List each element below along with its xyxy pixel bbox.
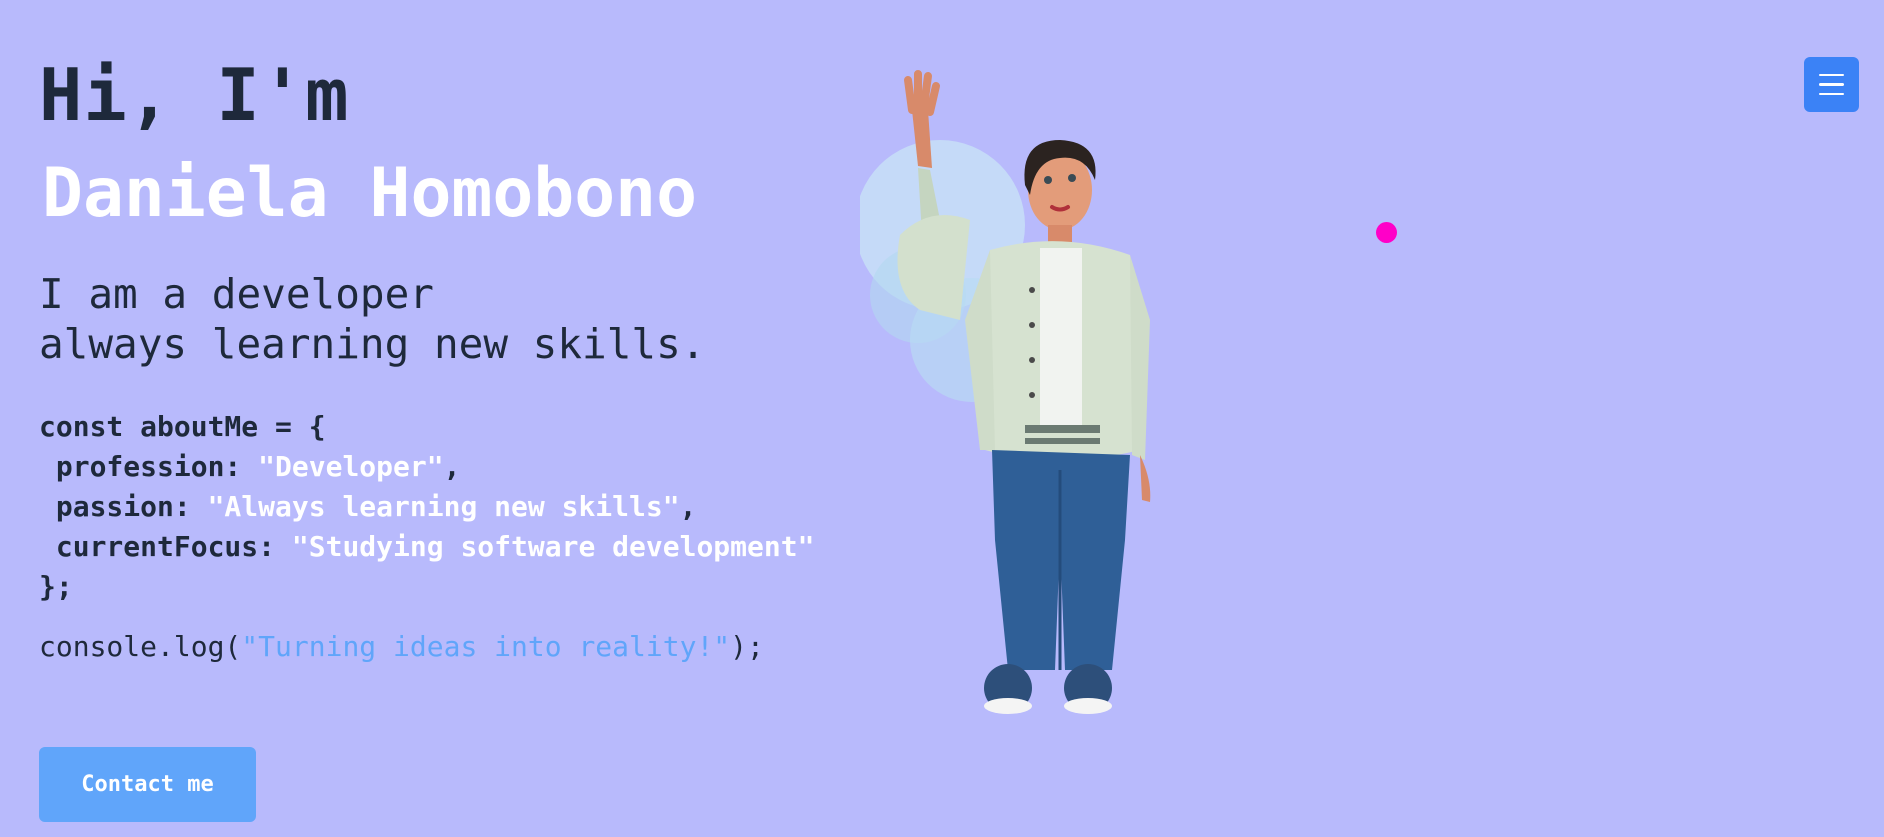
passion-value: "Always learning new skills" (207, 490, 680, 523)
waving-avatar-image (860, 70, 1151, 714)
code-line-profession: profession: "Developer", (39, 447, 814, 487)
passion-comma: , (679, 490, 697, 523)
current-focus-key: currentFocus: (39, 530, 292, 563)
profession-comma: , (443, 450, 461, 483)
tagline: I am a developer always learning new ski… (39, 269, 705, 369)
console-log-line: console.log("Turning ideas into reality!… (39, 627, 764, 667)
greeting-heading: Hi, I'm (39, 53, 350, 137)
name-heading: Daniela Homobono (42, 154, 698, 233)
tagline-line-2: always learning new skills. (39, 320, 706, 368)
profession-key: profession: (39, 450, 259, 483)
passion-key: passion: (39, 490, 208, 523)
code-line-current-focus: currentFocus: "Studying software develop… (39, 527, 815, 567)
page: Hi, I'm Daniela Homobono I am a develope… (0, 0, 1884, 837)
code-line-declaration: const aboutMe = { (39, 410, 326, 443)
code-line-passion: passion: "Always learning new skills", (39, 487, 814, 527)
cursor-dot (1376, 222, 1397, 243)
console-prefix: console.log( (39, 630, 242, 663)
console-suffix: ); (730, 630, 764, 663)
tagline-line-1: I am a developer (39, 270, 434, 318)
contact-me-button[interactable]: Contact me (39, 747, 256, 822)
console-string: "Turning ideas into reality!" (241, 630, 731, 663)
menu-button[interactable] (1804, 57, 1859, 112)
hamburger-menu-icon (1819, 73, 1844, 96)
code-line-closing: }; (39, 570, 73, 603)
about-me-code-block: const aboutMe = { profession: "Developer… (39, 407, 814, 607)
profession-value: "Developer" (258, 450, 444, 483)
current-focus-value: "Studying software development" (291, 530, 815, 563)
